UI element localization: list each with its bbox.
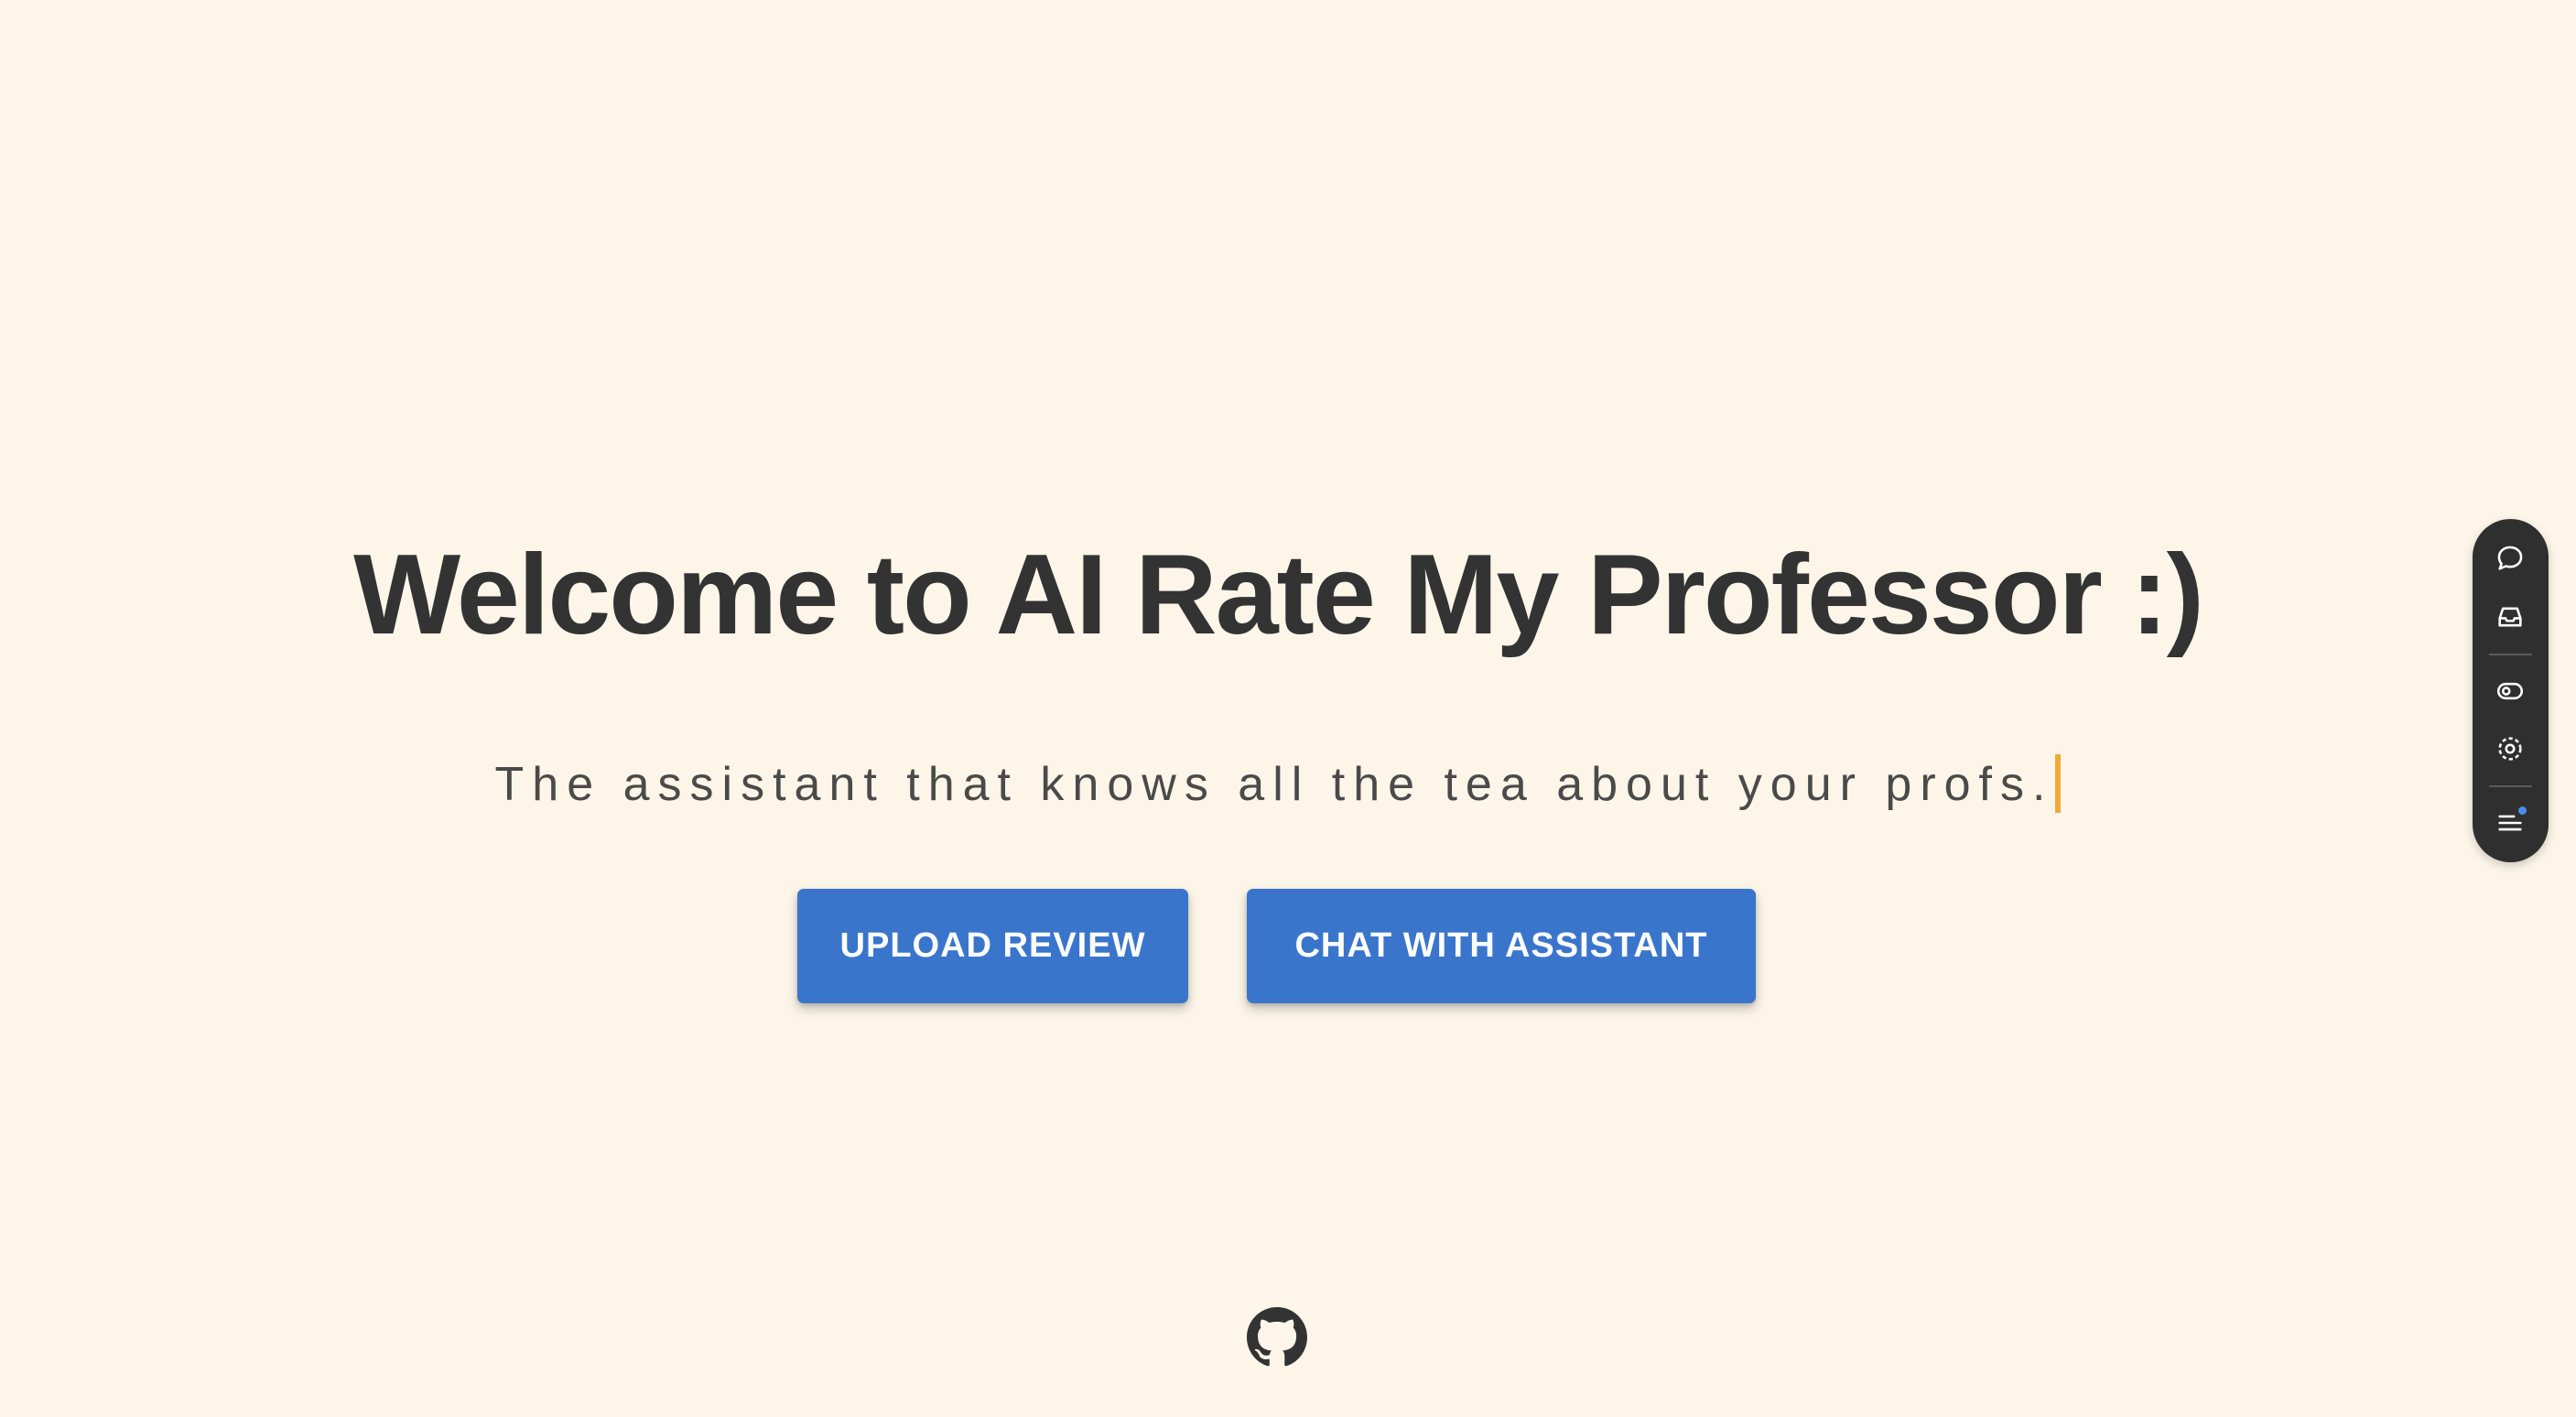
tagline: The assistant that knows all the tea abo… [0, 752, 2556, 817]
inbox-tray-icon[interactable] [2491, 598, 2529, 636]
chat-with-assistant-button[interactable]: CHAT WITH ASSISTANT [1247, 889, 1756, 1003]
focus-target-icon[interactable] [2491, 730, 2529, 768]
typing-caret [2055, 754, 2062, 814]
github-icon[interactable] [1247, 1307, 1307, 1368]
dock-divider [2489, 785, 2532, 787]
page-title: Welcome to AI Rate My Professor :) [353, 532, 2204, 658]
side-dock [2473, 519, 2549, 862]
dock-divider [2489, 654, 2532, 655]
landing-page: Welcome to AI Rate My Professor :) The a… [0, 0, 2576, 1417]
notification-dot [2518, 806, 2527, 815]
upload-review-button[interactable]: UPLOAD REVIEW [797, 889, 1188, 1003]
tagline-text: The assistant that knows all the tea abo… [494, 758, 2054, 811]
menu-icon[interactable] [2491, 804, 2529, 842]
toggle-icon[interactable] [2491, 672, 2529, 710]
chat-bubble-icon[interactable] [2491, 539, 2529, 578]
